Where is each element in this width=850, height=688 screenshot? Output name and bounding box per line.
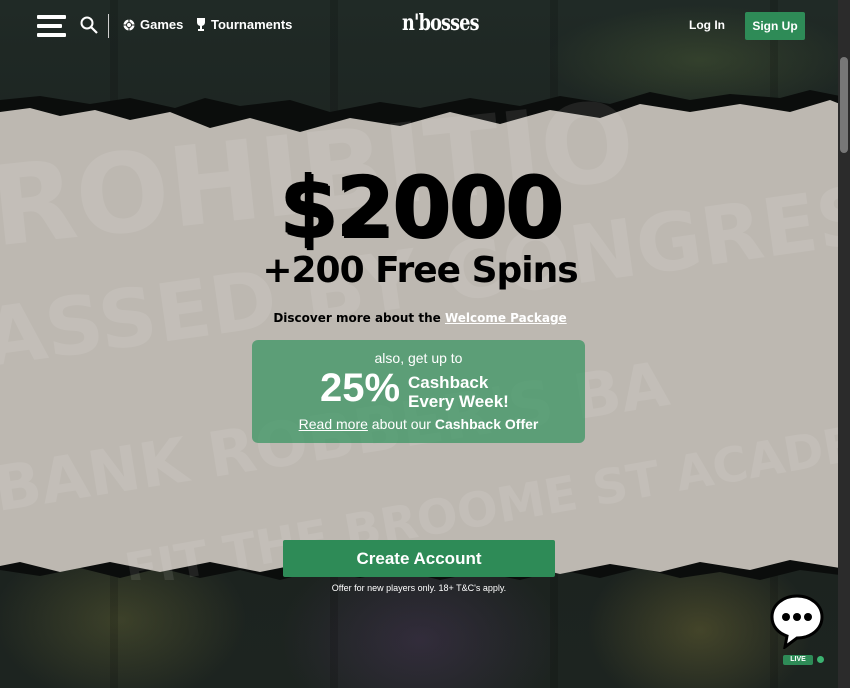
scrollbar-thumb[interactable]: [840, 57, 848, 153]
about-text: about our: [371, 416, 431, 432]
discover-label: Discover more about the: [273, 311, 441, 325]
brand-logo[interactable]: n'bosses: [402, 10, 480, 36]
read-more-link[interactable]: Read more: [299, 416, 368, 432]
trophy-icon: [197, 18, 205, 31]
cashback-percent: 25%: [320, 366, 401, 410]
cashback-title: Cashback Every Week!: [408, 373, 509, 411]
hamburger-menu-icon[interactable]: [37, 15, 66, 37]
discover-text: Discover more about the Welcome Package: [0, 311, 840, 325]
login-link[interactable]: Log In: [689, 18, 725, 32]
nav-divider: [108, 14, 109, 38]
nav-games[interactable]: Games: [123, 17, 183, 32]
live-badge: LIVE: [783, 655, 813, 665]
chip-icon: [123, 19, 135, 30]
cashback-intro: also, get up to: [374, 350, 463, 366]
nav-tournaments[interactable]: Tournaments: [196, 17, 292, 32]
free-spins-headline: +200 Free Spins: [262, 250, 578, 291]
cashback-footer: Read more about our Cashback Offer: [252, 416, 585, 432]
signup-button[interactable]: Sign Up: [745, 12, 805, 40]
welcome-package-link[interactable]: Welcome Package: [445, 311, 567, 325]
create-account-button[interactable]: Create Account: [283, 540, 555, 577]
cashback-offer-name: Cashback Offer: [434, 416, 539, 432]
bonus-amount: $2000: [278, 158, 563, 256]
top-navbar: Games Tournaments n'bosses Log In Sign U…: [0, 0, 850, 52]
chat-bubble-icon[interactable]: [769, 593, 825, 649]
cashback-line2: Every Week!: [408, 392, 509, 411]
cashback-panel: also, get up to 25% Cashback Every Week!…: [252, 340, 585, 443]
online-status-dot: [817, 656, 824, 663]
nav-games-label: Games: [140, 17, 184, 32]
search-icon[interactable]: [80, 16, 98, 34]
offer-disclaimer: Offer for new players only. 18+ T&C's ap…: [331, 583, 507, 593]
nav-tournaments-label: Tournaments: [211, 17, 293, 32]
cashback-line1: Cashback: [408, 373, 489, 392]
